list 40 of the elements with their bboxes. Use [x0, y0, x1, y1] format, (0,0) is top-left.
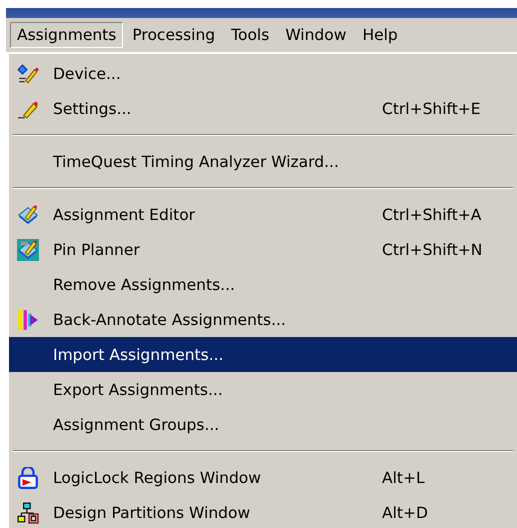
menu-item[interactable]: Export Assignments... — [9, 372, 517, 407]
color-bars-arrow-icon — [17, 308, 39, 330]
menu-item[interactable]: LogicLock Regions Window Alt+L — [9, 460, 517, 495]
menu-item[interactable]: Remove Assignments... — [9, 267, 517, 302]
menu-item-label: Import Assignments... — [53, 346, 224, 364]
menu-item[interactable]: Settings... Ctrl+Shift+E — [9, 91, 517, 126]
menu-item-label: Design Partitions Window — [53, 504, 252, 522]
menu-bar-item[interactable]: Assignments — [10, 22, 124, 48]
shortcut-label: Ctrl+Shift+E — [382, 100, 482, 118]
menu-item[interactable]: Assignment Groups... — [9, 407, 517, 442]
menu-item-label: Settings... — [53, 100, 132, 118]
menu-item[interactable]: Import Assignments... — [9, 337, 517, 372]
menu-item-label: TimeQuest Timing Analyzer Wizard... — [53, 152, 340, 170]
padlock-icon — [17, 466, 39, 488]
shortcut-label: Ctrl+Shift+N — [382, 240, 484, 258]
menu-item-label: Pin Planner — [53, 240, 141, 258]
menu-item-label: Export Assignments... — [53, 380, 224, 398]
menu-item-label: Device... — [53, 64, 122, 82]
hierarchy-icon — [17, 502, 39, 524]
diamond-pencil-icon — [17, 62, 39, 84]
shortcut-label: Alt+D — [382, 504, 429, 522]
menu-bar-item[interactable]: Help — [355, 22, 405, 48]
menu-item[interactable]: Design Partitions Window Alt+D — [9, 495, 517, 528]
menu-item[interactable]: Assignment Editor Ctrl+Shift+A — [9, 197, 517, 232]
menu-item[interactable]: Pin Planner Ctrl+Shift+N — [9, 232, 517, 267]
shortcut-label: Ctrl+Shift+A — [382, 206, 482, 224]
menu-item-label: Assignment Groups... — [53, 416, 220, 434]
menu-item[interactable]: Back-Annotate Assignments... — [9, 302, 517, 337]
menu-bar-item[interactable]: Window — [278, 22, 354, 48]
menu-item-label: LogicLock Regions Window — [53, 468, 262, 486]
menu-item[interactable]: TimeQuest Timing Analyzer Wizard... — [9, 144, 517, 179]
shortcut-label: Alt+L — [382, 468, 426, 486]
menu-bar-item[interactable]: Processing — [125, 22, 222, 48]
menu-item[interactable]: Device... — [9, 56, 517, 91]
menu-item-label: Assignment Editor — [53, 206, 196, 224]
menu-item-label: Remove Assignments... — [53, 276, 236, 294]
menu-bar-item[interactable]: Tools — [224, 22, 276, 48]
chip-pencil-icon — [17, 238, 39, 260]
menu-item-label: Back-Annotate Assignments... — [53, 310, 287, 328]
pencil-tile-icon — [17, 204, 39, 226]
